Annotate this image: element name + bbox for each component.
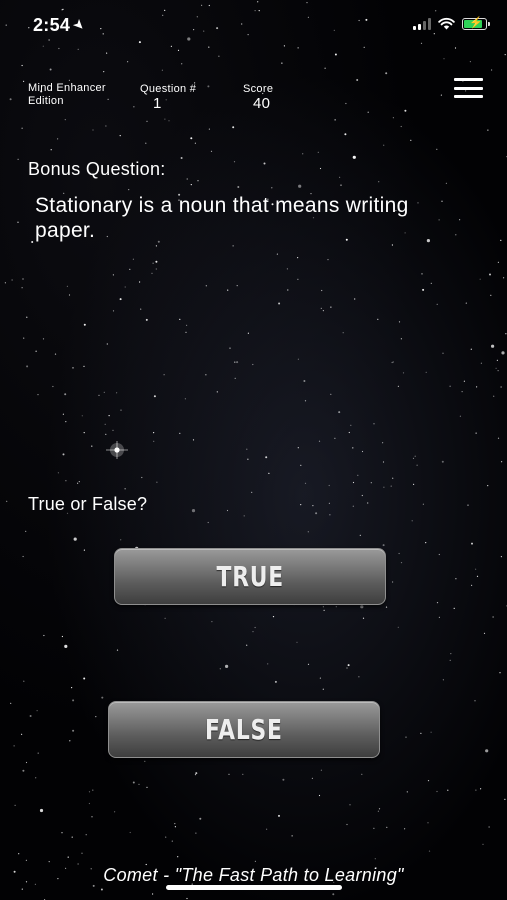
question-text: Stationary is a noun that means writing …	[35, 194, 409, 242]
edition-label: Mind Enhancer Edition	[28, 82, 138, 108]
wifi-icon	[438, 17, 455, 30]
true-button[interactable]: TRUE	[114, 548, 386, 605]
starfield-background	[4, 1, 507, 900]
location-arrow-icon: ➤	[70, 16, 89, 34]
footer-tagline: Comet - "The Fast Path to Learning"	[103, 865, 404, 885]
score-value: 40	[253, 95, 271, 112]
false-button[interactable]: FALSE	[108, 701, 380, 758]
edition-line-2: Edition	[28, 95, 64, 107]
true-button-label: TRUE	[216, 560, 284, 593]
question-number-label: Question #	[140, 83, 197, 95]
cellular-signal-icon	[413, 17, 431, 30]
false-button-label: FALSE	[205, 713, 283, 746]
question-number-value: 1	[153, 95, 162, 112]
quiz-screen: 2:54➤ ⚡ Mind Enhancer Edition Question #…	[0, 0, 507, 900]
clock-text: 2:54	[33, 15, 71, 35]
status-bar-indicators: ⚡	[413, 17, 490, 30]
question-type-label: Bonus Question:	[28, 159, 166, 179]
edition-line-1: Mind Enhancer	[28, 82, 106, 94]
hamburger-menu-icon[interactable]	[454, 78, 483, 98]
answer-prompt: True or False?	[28, 494, 148, 514]
home-indicator[interactable]	[166, 885, 342, 890]
battery-charging-icon: ⚡	[462, 17, 490, 30]
status-bar-time: 2:54➤	[33, 15, 89, 36]
